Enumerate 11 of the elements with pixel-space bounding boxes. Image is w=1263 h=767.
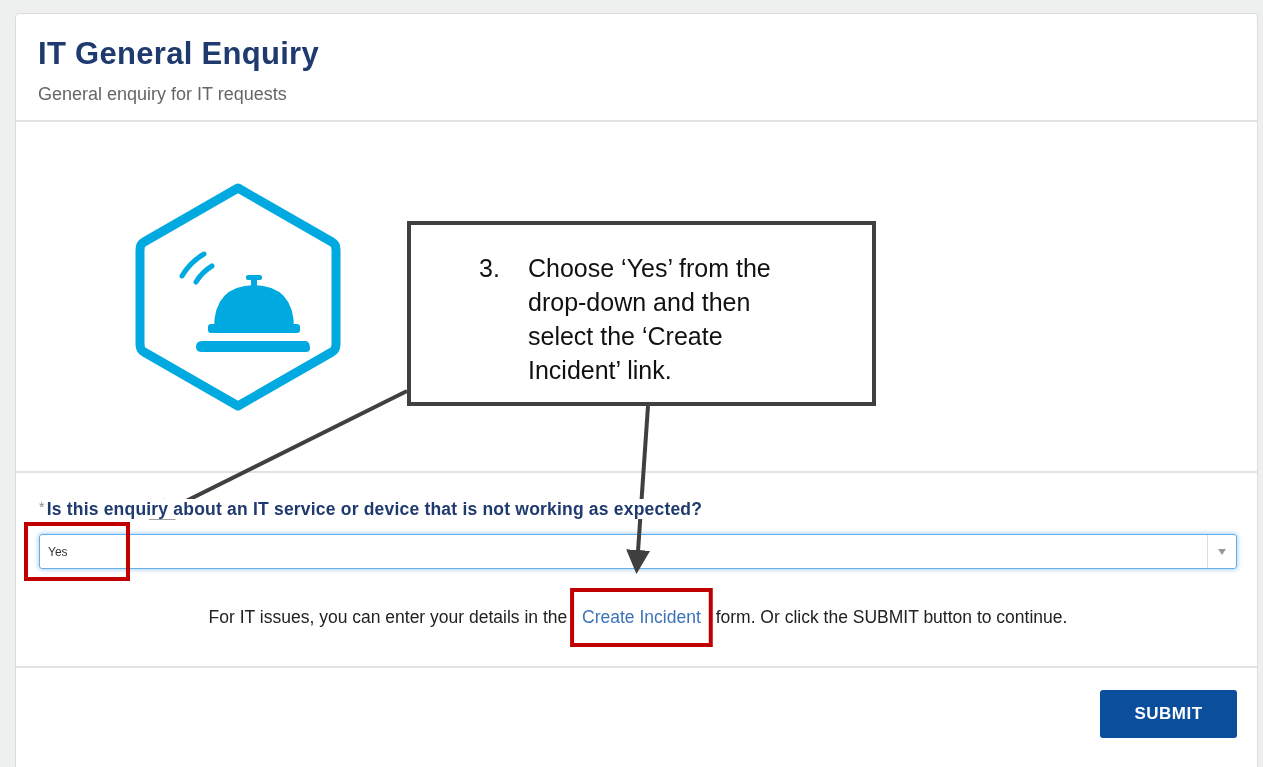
form-title: IT General Enquiry <box>38 36 321 72</box>
caret-icon <box>1218 548 1226 555</box>
answer-dropdown[interactable]: Yes <box>39 534 1237 569</box>
info-sentence: For IT issues, you can enter your details in the Create Incident form. Or click the SUBMIT button to continue. <box>207 607 1069 628</box>
question-label: *Is this enquiry about an IT service or device that is not working as expected? <box>39 499 703 519</box>
create-incident-link[interactable]: Create Incident <box>572 607 711 627</box>
form-subtitle: General enquiry for IT requests <box>38 84 288 105</box>
submit-button[interactable]: SUBMIT <box>1100 690 1237 738</box>
service-bell-icon <box>134 182 342 412</box>
step-number: 3. <box>479 253 501 284</box>
callout-text: Choose ‘Yes’ from the drop-down and then select the ‘Create Incident’ link. <box>528 253 772 386</box>
